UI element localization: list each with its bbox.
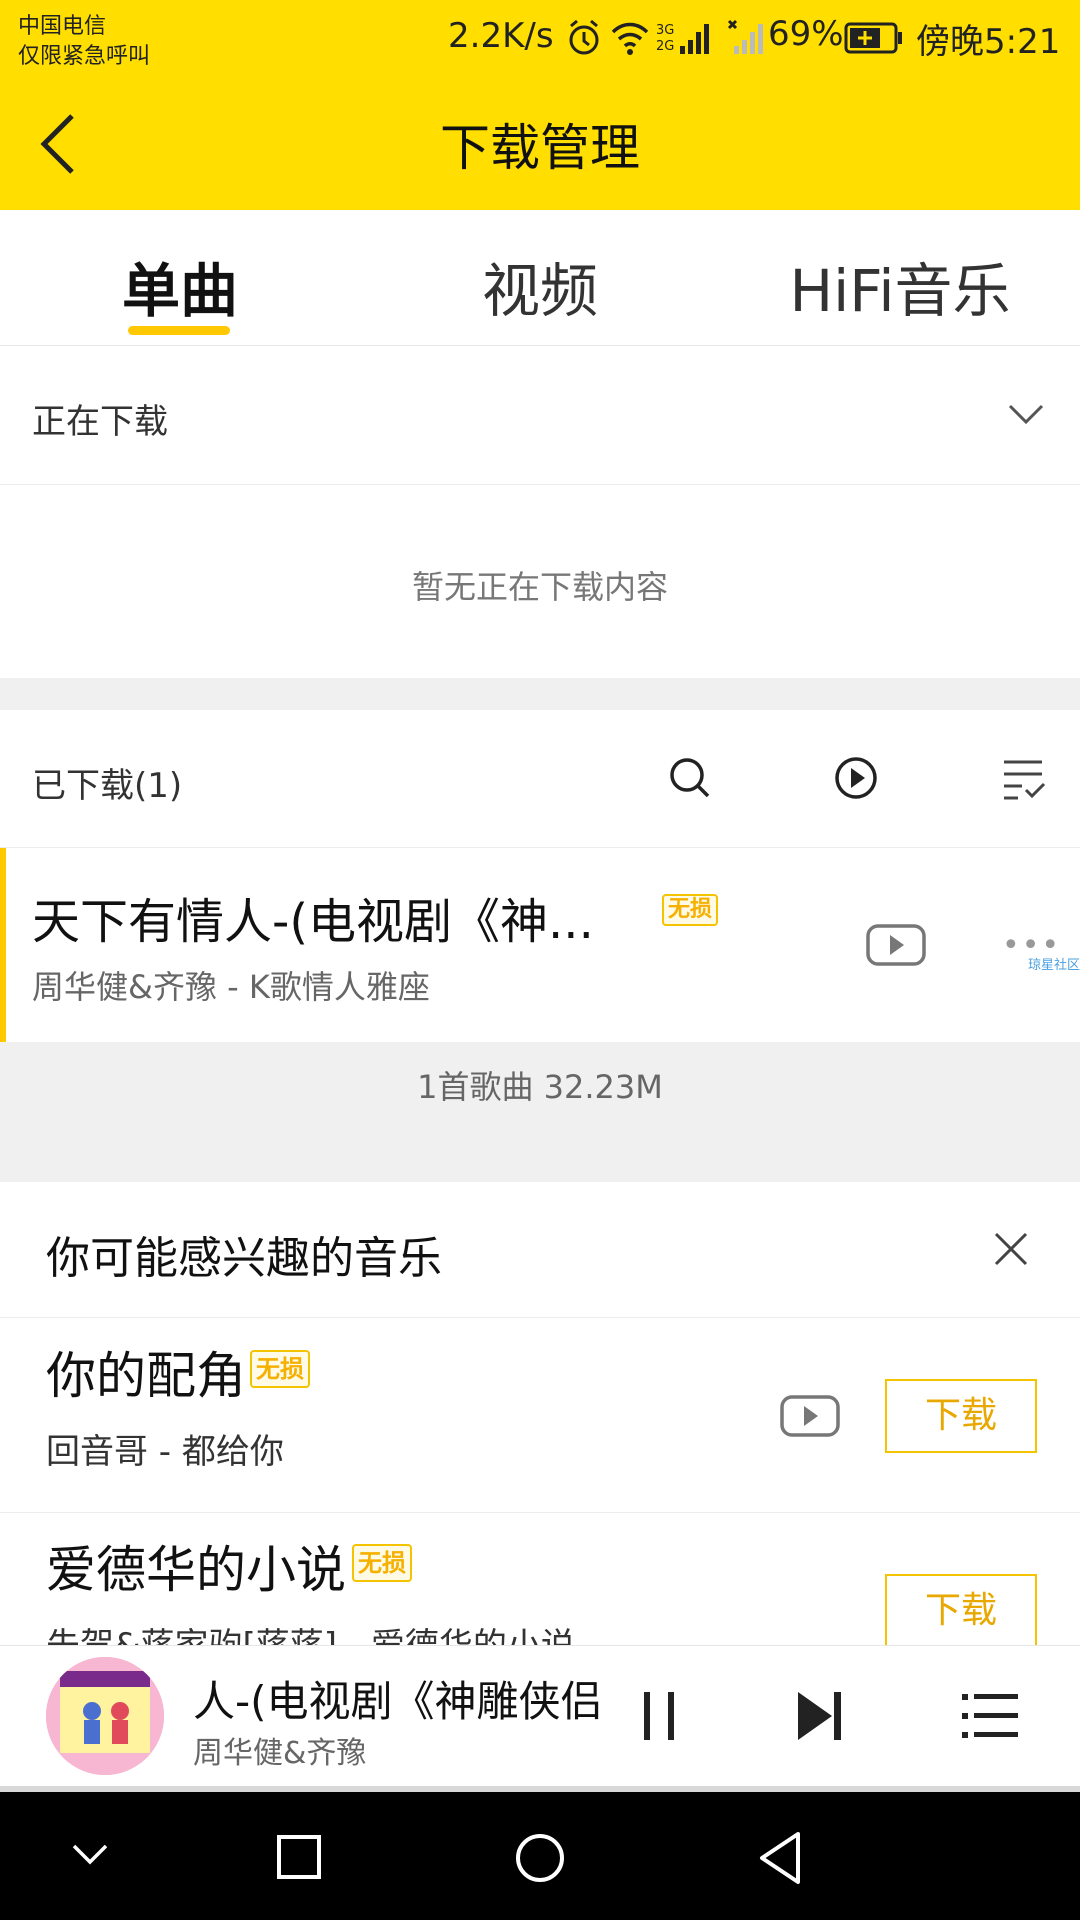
signal-3g-icon: 3G 2G bbox=[656, 23, 709, 54]
now-playing-marker bbox=[0, 848, 6, 1042]
svg-text:2G: 2G bbox=[656, 39, 674, 54]
lossless-badge: 无损 bbox=[662, 894, 719, 926]
sort-list-icon[interactable] bbox=[1002, 756, 1046, 800]
song-subtitle: 周华健&齐豫 - K歌情人雅座 bbox=[32, 968, 430, 1006]
search-icon[interactable] bbox=[668, 756, 712, 800]
tab-singles[interactable]: 单曲 bbox=[100, 244, 260, 328]
battery-percent: 69% bbox=[768, 14, 844, 54]
recommend-artist: 朱贺&蒋家驹[蒋蒋] - 爱德华的小说 bbox=[46, 1618, 575, 1645]
signal-no-sim-icon bbox=[727, 19, 763, 54]
recommend-title: 你可能感兴趣的音乐 bbox=[46, 1233, 442, 1284]
downloading-empty-text: 暂无正在下载内容 bbox=[411, 568, 668, 606]
recommend-song-title: 你的配角 bbox=[46, 1347, 246, 1405]
downloaded-summary: 1首歌曲 32.23M bbox=[417, 1068, 663, 1106]
song-title: 天下有情人-(电视剧《神... bbox=[32, 894, 594, 950]
recommend-artist: 回音哥 - 都给你 bbox=[46, 1432, 284, 1472]
page-title: 下载管理 bbox=[440, 119, 640, 177]
tab-videos[interactable]: 视频 bbox=[440, 244, 640, 328]
battery-charging-icon bbox=[844, 22, 902, 54]
lossless-badge: 无损 bbox=[250, 1350, 310, 1388]
watermark-label: 琼星社区 bbox=[1028, 958, 1080, 973]
album-art-image bbox=[46, 1657, 164, 1775]
play-circle-icon[interactable] bbox=[834, 756, 878, 800]
mv-video-icon[interactable] bbox=[866, 922, 926, 968]
active-tab-indicator bbox=[128, 326, 230, 335]
svg-text:3G: 3G bbox=[656, 23, 674, 38]
mv-video-icon[interactable] bbox=[780, 1393, 840, 1439]
chevron-down-icon[interactable] bbox=[1008, 402, 1044, 426]
album-cover[interactable] bbox=[46, 1657, 164, 1775]
download-button[interactable]: 下载 bbox=[885, 1574, 1037, 1648]
downloading-label: 正在下载 bbox=[32, 402, 168, 442]
lossless-badge: 无损 bbox=[352, 1544, 412, 1582]
carrier-status: 仅限紧急呼叫 bbox=[18, 44, 151, 69]
back-triangle-icon[interactable] bbox=[756, 1830, 804, 1886]
recommend-song-title: 爱德华的小说 bbox=[46, 1541, 346, 1599]
playlist-icon[interactable] bbox=[962, 1692, 1018, 1740]
net-speed: 2.2K/s bbox=[448, 16, 554, 56]
hide-keyboard-chevron-icon[interactable] bbox=[70, 1840, 110, 1868]
download-button[interactable]: 下载 bbox=[885, 1379, 1037, 1453]
pause-icon[interactable] bbox=[640, 1690, 680, 1742]
player-song-title: 人-(电视剧《神雕侠侣》 bbox=[193, 1677, 603, 1726]
recents-square-icon[interactable] bbox=[276, 1834, 322, 1880]
downloaded-label: 已下载(1) bbox=[32, 766, 183, 806]
close-icon[interactable] bbox=[994, 1232, 1028, 1266]
clock: 傍晚5:21 bbox=[916, 22, 1061, 62]
carrier-name: 中国电信 bbox=[18, 14, 107, 39]
player-artist: 周华健&齐豫 bbox=[193, 1736, 367, 1771]
wifi-icon bbox=[611, 22, 649, 55]
alarm-icon bbox=[569, 19, 599, 55]
tab-hifi[interactable]: HiFi音乐 bbox=[780, 244, 1020, 328]
home-circle-icon[interactable] bbox=[514, 1832, 566, 1884]
next-track-icon[interactable] bbox=[796, 1690, 844, 1742]
